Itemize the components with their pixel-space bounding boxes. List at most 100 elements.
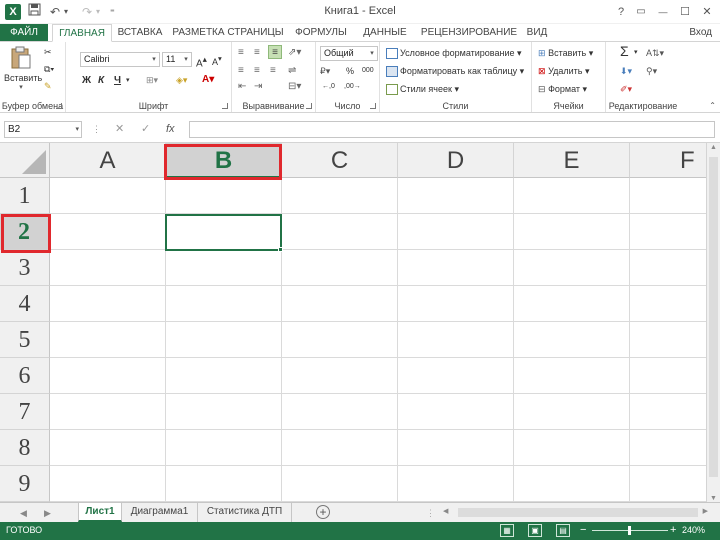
horizontal-scroll-thumb[interactable] — [458, 508, 698, 517]
underline-button[interactable]: Ч — [114, 74, 121, 88]
tab-formulas[interactable]: ФОРМУЛЫ — [292, 24, 350, 42]
delete-cells-button[interactable]: ⊠ Удалить ▾ — [538, 64, 589, 78]
fill-color-icon[interactable]: ◈▾ — [176, 73, 187, 87]
find-select-icon[interactable]: ⚲▾ — [646, 64, 657, 78]
minimize-icon[interactable]: — — [654, 3, 672, 21]
format-painter-icon[interactable]: ✎ — [44, 79, 52, 93]
column-header-f[interactable]: F — [630, 143, 712, 178]
orientation-icon[interactable]: ⇗▾ — [288, 46, 301, 60]
format-as-table-button[interactable]: Форматировать как таблицу ▾ — [386, 64, 524, 78]
tab-file[interactable]: ФАЙЛ — [0, 24, 48, 42]
add-sheet-button[interactable]: + — [316, 505, 330, 519]
font-size-select[interactable]: 11 ▾ — [162, 52, 192, 67]
ribbon-display-icon[interactable]: ▭ — [632, 3, 650, 21]
tab-insert[interactable]: ВСТАВКА — [114, 24, 166, 42]
align-center-icon[interactable]: ≡ — [254, 64, 260, 78]
number-launcher-icon[interactable] — [370, 103, 376, 109]
align-bottom-icon[interactable]: ≡ — [268, 45, 282, 59]
row-header-5[interactable]: 5 — [0, 322, 50, 358]
row-header-9[interactable]: 9 — [0, 466, 50, 502]
format-cells-button[interactable]: ⊟ Формат ▾ — [538, 82, 587, 96]
copy-icon[interactable]: ⧉▾ — [44, 62, 54, 76]
vertical-scrollbar[interactable]: ▲ ▼ — [706, 143, 720, 503]
row-header-4[interactable]: 4 — [0, 286, 50, 322]
font-launcher-icon[interactable] — [222, 103, 228, 109]
font-color-icon[interactable]: A▾ — [202, 73, 214, 87]
insert-cells-button[interactable]: ⊞ Вставить ▾ — [538, 46, 593, 60]
increase-decimal-icon[interactable]: ←,0 — [322, 80, 335, 94]
collapse-ribbon-icon[interactable]: ⌃ — [709, 101, 716, 110]
increase-font-icon[interactable]: A▴ — [196, 52, 207, 71]
cancel-icon[interactable]: ✕ — [115, 121, 124, 138]
tab-home[interactable]: ГЛАВНАЯ — [52, 24, 112, 42]
align-left-icon[interactable]: ≡ — [238, 64, 244, 78]
row-header-7[interactable]: 7 — [0, 394, 50, 430]
tab-data[interactable]: ДАННЫЕ — [358, 24, 412, 42]
column-header-a[interactable]: A — [50, 143, 166, 178]
close-icon[interactable]: ✕ — [698, 3, 716, 21]
sign-in-link[interactable]: Вход — [689, 27, 712, 38]
percent-button[interactable]: % — [346, 64, 354, 78]
alignment-launcher-icon[interactable] — [306, 103, 312, 109]
zoom-slider-thumb[interactable] — [628, 526, 631, 535]
help-icon[interactable]: ? — [612, 3, 630, 21]
paste-button[interactable]: Вставить ▾ — [4, 46, 42, 91]
currency-icon[interactable]: ₽▾ — [320, 64, 330, 78]
row-header-6[interactable]: 6 — [0, 358, 50, 394]
align-top-icon[interactable]: ≡ — [238, 46, 244, 60]
vertical-scroll-thumb[interactable] — [709, 157, 718, 477]
borders-icon[interactable]: ⊞▾ — [146, 73, 158, 87]
next-sheet-icon[interactable]: ▶ — [44, 505, 51, 521]
column-header-d[interactable]: D — [398, 143, 514, 178]
sheet-tab-list1[interactable]: Лист1 — [78, 503, 122, 522]
decrease-font-icon[interactable]: A▾ — [212, 52, 222, 69]
number-format-select[interactable]: Общий ▾ — [320, 46, 378, 61]
increase-indent-icon[interactable]: ⇥ — [254, 80, 262, 94]
scroll-right-icon[interactable]: ▶ — [703, 507, 708, 515]
thousands-button[interactable]: 000 — [362, 64, 374, 78]
underline-dropdown-icon[interactable]: ▾ — [126, 74, 130, 88]
bold-button[interactable]: Ж — [82, 74, 91, 88]
decrease-decimal-icon[interactable]: ,00→ — [344, 80, 361, 94]
cell-styles-button[interactable]: Стили ячеек ▾ — [386, 82, 459, 96]
zoom-out-button[interactable]: − — [580, 524, 586, 536]
scroll-up-icon[interactable]: ▲ — [710, 144, 717, 151]
row-header-8[interactable]: 8 — [0, 430, 50, 466]
zoom-in-button[interactable]: + — [670, 524, 676, 536]
sort-filter-icon[interactable]: A⇅▾ — [646, 46, 664, 60]
sheet-tab-diagram1[interactable]: Диаграмма1 — [122, 503, 198, 522]
merge-center-icon[interactable]: ⊟▾ — [288, 80, 301, 94]
horizontal-scrollbar[interactable]: ◀ ▶ — [440, 506, 710, 519]
clipboard-launcher-icon[interactable] — [56, 103, 62, 109]
fill-handle[interactable] — [278, 247, 283, 252]
font-name-select[interactable]: Calibri ▾ — [80, 52, 160, 67]
tab-review[interactable]: РЕЦЕНЗИРОВАНИЕ — [418, 24, 520, 42]
enter-icon[interactable]: ✓ — [141, 121, 150, 138]
fill-icon[interactable]: ⬇▾ — [620, 64, 632, 78]
autosum-button[interactable]: Σ — [620, 44, 629, 58]
formula-input[interactable] — [189, 121, 715, 138]
zoom-level[interactable]: 240% — [682, 525, 705, 535]
column-header-c[interactable]: C — [282, 143, 398, 178]
align-right-icon[interactable]: ≡ — [270, 64, 276, 78]
active-cell-b2[interactable] — [165, 214, 282, 251]
align-middle-icon[interactable]: ≡ — [254, 46, 260, 60]
insert-function-button[interactable]: fx — [166, 121, 175, 138]
conditional-formatting-button[interactable]: Условное форматирование ▾ — [386, 46, 522, 60]
normal-view-icon[interactable]: ▦ — [500, 524, 514, 537]
prev-sheet-icon[interactable]: ◀ — [20, 505, 27, 521]
row-header-3[interactable]: 3 — [0, 250, 50, 286]
cut-icon[interactable]: ✂ — [44, 45, 52, 59]
wrap-text-icon[interactable]: ⇌ — [288, 64, 296, 78]
tab-page-layout[interactable]: РАЗМЕТКА СТРАНИЦЫ — [170, 24, 286, 42]
italic-button[interactable]: К — [98, 74, 104, 88]
scroll-left-icon[interactable]: ◀ — [443, 507, 448, 515]
maximize-icon[interactable]: ☐ — [676, 3, 694, 21]
decrease-indent-icon[interactable]: ⇤ — [238, 80, 246, 94]
autosum-dropdown-icon[interactable]: ▾ — [634, 46, 638, 60]
scroll-down-icon[interactable]: ▼ — [710, 495, 717, 502]
select-all-button[interactable] — [0, 143, 50, 178]
name-box[interactable]: B2 ▾ — [4, 121, 82, 138]
page-break-view-icon[interactable]: ▤ — [556, 524, 570, 537]
row-header-1[interactable]: 1 — [0, 178, 50, 214]
